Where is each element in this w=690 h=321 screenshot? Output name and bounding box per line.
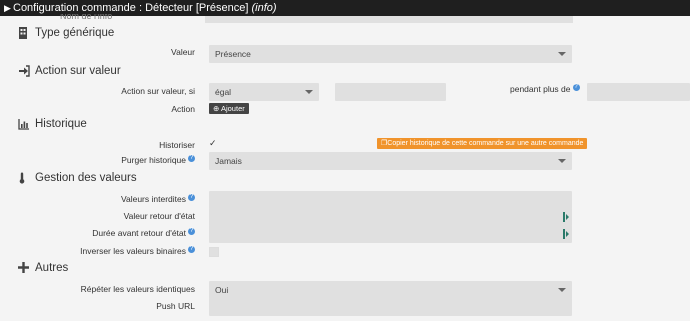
condition-label: Action sur valeur, si [121,86,195,96]
partial-field[interactable] [205,16,573,23]
plus-circle-icon: ⊕ [213,104,220,113]
valeurs-interdites-input[interactable] [209,191,572,209]
add-action-button[interactable]: ⊕ Ajouter [209,103,249,114]
help-icon[interactable]: ? [188,228,195,235]
duration-label: pendant plus de? [510,84,580,94]
action-label: Action [171,104,195,114]
valeur-label: Valeur [171,47,195,57]
purger-select[interactable]: Jamais [209,152,572,170]
help-icon[interactable]: ? [188,155,195,162]
select-value: Présence [215,49,251,59]
sign-in-icon [18,65,30,77]
section-heading: Action sur valeur [35,65,121,77]
section-heading: Autres [35,262,69,274]
inverser-checkbox[interactable] [209,247,219,257]
repeter-select[interactable]: Oui [209,281,572,299]
section-gestion-valeurs: Gestion des valeurs [18,172,137,184]
copy-history-button[interactable]: ❐Copier historique de cette commande sur… [377,138,588,149]
caret-right-icon: ▶ [4,3,11,13]
duree-label: Durée avant retour d'état? [92,228,195,238]
valeur-retour-input[interactable] [209,208,572,226]
duree-retour-input[interactable] [209,225,572,243]
plus-icon [18,262,30,274]
purger-label: Purger historique? [121,155,195,165]
help-icon[interactable]: ? [572,84,580,91]
select-value: Oui [215,285,229,295]
repeter-label: Répéter les valeurs identiques [80,284,195,294]
historiser-checkbox[interactable]: ✓ [209,138,217,149]
interdites-label: Valeurs interdites? [120,194,195,204]
section-heading: Historique [35,118,87,130]
thermometer-icon [18,172,30,184]
button-label: Copier historique de cette commande sur … [387,140,584,147]
historiser-label: Historiser [159,140,195,150]
formula-icon[interactable] [563,211,569,223]
condition-value-input[interactable] [335,83,446,101]
window-title: Configuration commande : Détecteur [Prés… [13,2,277,14]
formula-icon[interactable] [563,228,569,240]
section-heading: Gestion des valeurs [35,172,137,184]
duration-input[interactable] [587,83,690,101]
operator-select[interactable]: égal [209,83,319,101]
select-value: Jamais [215,156,242,166]
section-historique: Historique [18,118,87,130]
section-autres: Autres [18,262,68,274]
push-url-label: Push URL [156,301,195,311]
section-action-sur-valeur: Action sur valeur [18,65,121,77]
partial-field-label: Nom de l'info [60,14,113,20]
section-heading: Type générique [35,27,115,39]
push-url-input[interactable] [209,298,572,316]
chart-icon [18,118,30,130]
select-value: égal [215,87,232,97]
type-generique-select[interactable]: Présence [209,45,572,63]
section-type-generique: Type générique [18,27,114,39]
retour-label: Valeur retour d'état [123,211,195,221]
help-icon[interactable]: ? [188,194,195,201]
help-icon[interactable]: ? [188,246,195,253]
button-label: Ajouter [220,104,245,113]
building-icon [18,27,30,39]
inverser-label: Inverser les valeurs binaires? [80,246,195,256]
